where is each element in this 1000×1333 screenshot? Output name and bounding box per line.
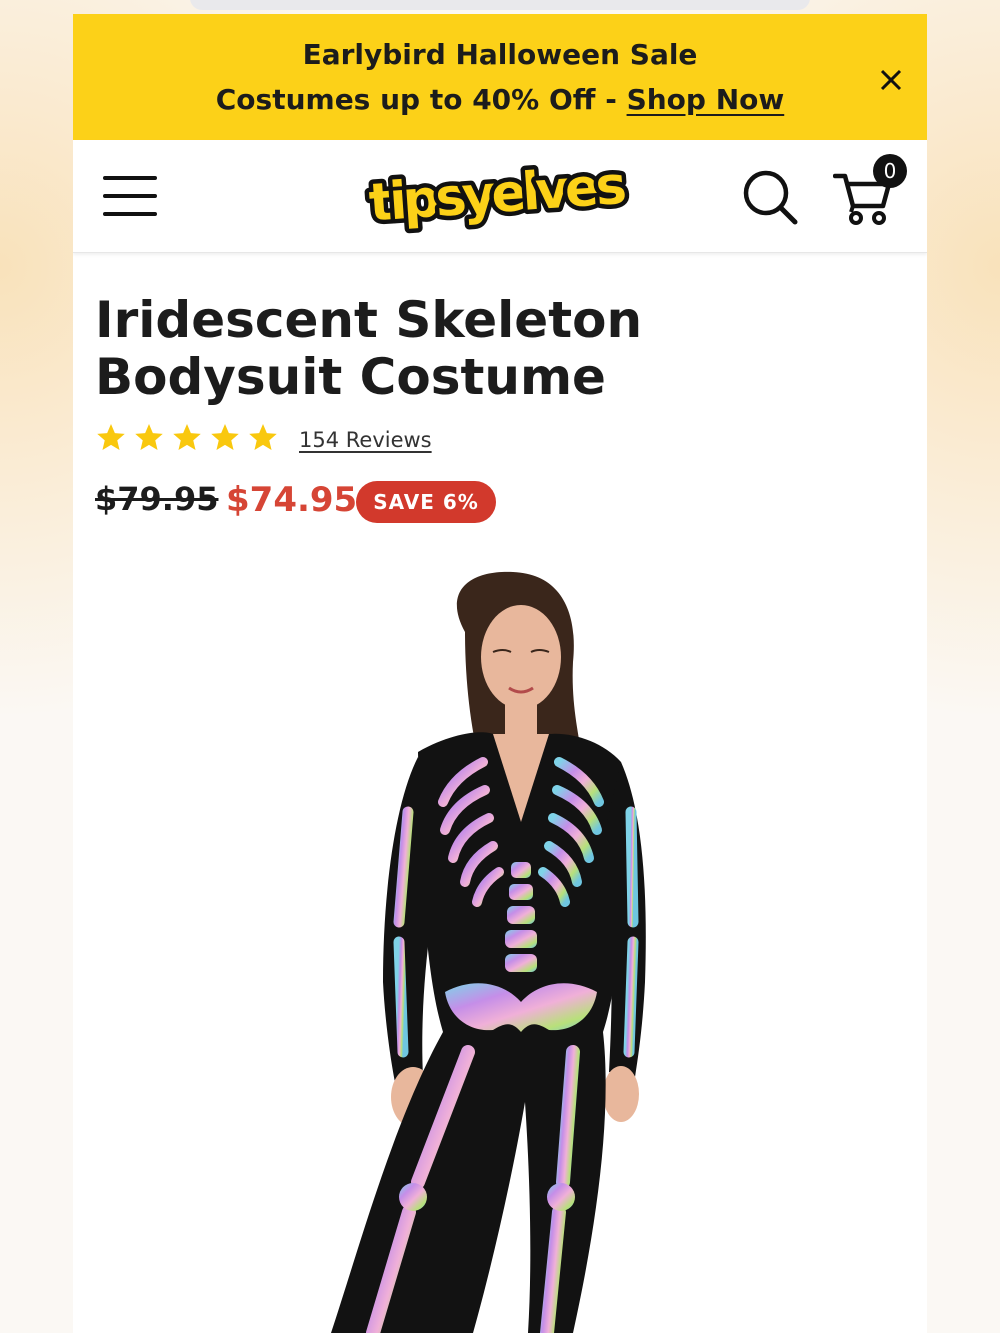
star-icon bbox=[211, 424, 239, 450]
save-badge: SAVE 6% bbox=[356, 481, 496, 523]
cart-count-badge: 0 bbox=[873, 154, 907, 188]
site-logo[interactable]: tipsyelves bbox=[363, 151, 638, 240]
banner-subline-text: Costumes up to 40% Off - bbox=[215, 83, 627, 116]
rating-stars[interactable] bbox=[95, 422, 279, 454]
original-price: $79.95 bbox=[95, 480, 219, 518]
hamburger-menu-icon bbox=[103, 176, 157, 216]
search-button[interactable] bbox=[741, 168, 799, 226]
shop-now-link[interactable]: Shop Now bbox=[627, 83, 785, 116]
svg-text:tipsyelves: tipsyelves bbox=[367, 156, 629, 234]
search-icon bbox=[743, 170, 798, 225]
site-header: tipsyelves 0 bbox=[73, 140, 927, 253]
star-icon bbox=[249, 424, 277, 450]
product-image[interactable] bbox=[73, 562, 927, 1333]
close-icon bbox=[880, 69, 902, 91]
tipsyelves-logo: tipsyelves bbox=[363, 151, 634, 238]
banner-subline: Costumes up to 40% Off - Shop Now bbox=[73, 83, 927, 116]
product-title: Iridescent Skeleton Bodysuit Costume bbox=[95, 291, 643, 406]
banner-close-button[interactable] bbox=[873, 62, 909, 98]
sale-price: $74.95 bbox=[226, 480, 358, 520]
promo-banner: Earlybird Halloween Sale Costumes up to … bbox=[73, 14, 927, 140]
star-icon bbox=[173, 424, 201, 450]
page: Earlybird Halloween Sale Costumes up to … bbox=[73, 14, 927, 1333]
star-icon bbox=[97, 424, 125, 450]
reviews-link[interactable]: 154 Reviews bbox=[299, 428, 432, 452]
browser-address-pill bbox=[190, 0, 810, 10]
menu-button[interactable] bbox=[103, 174, 157, 218]
model-in-skeleton-bodysuit bbox=[331, 571, 646, 1333]
banner-headline: Earlybird Halloween Sale bbox=[302, 38, 698, 71]
star-icon bbox=[135, 424, 163, 450]
